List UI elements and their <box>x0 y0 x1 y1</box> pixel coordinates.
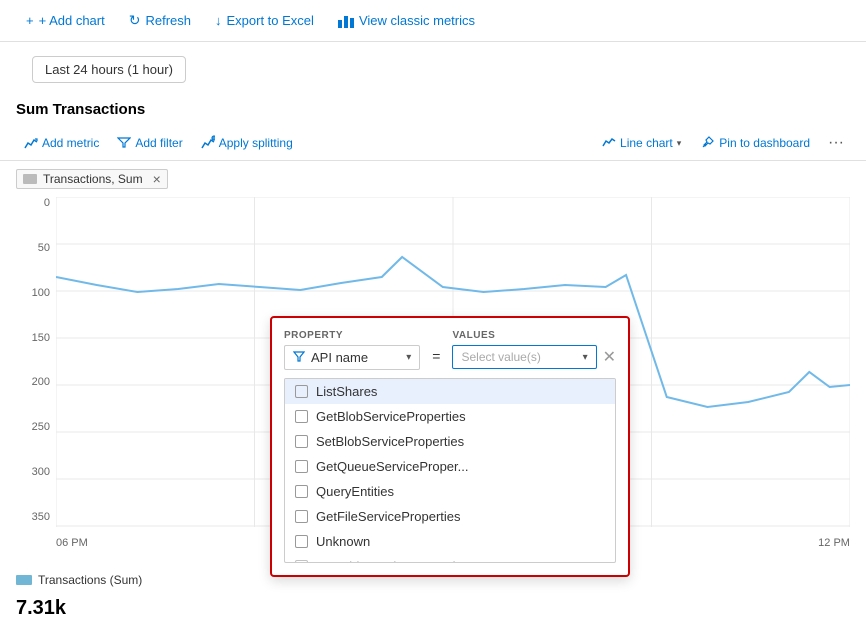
list-item[interactable]: GetBlobServiceProperties <box>285 404 615 429</box>
add-chart-label: + Add chart <box>39 13 105 28</box>
add-metric-label: Add metric <box>42 136 99 150</box>
refresh-button[interactable]: ↻ Refresh <box>119 8 201 33</box>
list-item[interactable]: QueryEntities <box>285 479 615 504</box>
filter-property-col: PROPERTY API name ▾ <box>284 330 420 370</box>
filter-checkbox-setblob[interactable] <box>295 435 308 448</box>
list-item-label: ListShares <box>316 384 377 399</box>
y-axis: 350 300 250 200 150 100 50 0 <box>16 197 56 527</box>
list-item-label: QueryEntities <box>316 484 394 499</box>
y-label-100: 100 <box>32 287 50 299</box>
y-label-150: 150 <box>32 332 50 344</box>
list-item-label: SetBlobServiceProperties <box>316 434 464 449</box>
pin-icon <box>701 135 715 152</box>
filter-chip: Transactions, Sum × <box>16 169 168 189</box>
chart-title: Sum Transactions <box>0 97 866 126</box>
list-item-label: GetQueueServiceProper... <box>316 459 468 474</box>
chevron-down-icon: ▾ <box>677 138 682 149</box>
list-item-label: GetBlobServiceProperties <box>316 409 466 424</box>
y-label-50: 50 <box>38 242 50 254</box>
filter-checkbox-listshares[interactable] <box>295 385 308 398</box>
filter-chip-row: Transactions, Sum × <box>16 169 850 189</box>
line-chart-label: Line chart <box>620 136 673 150</box>
property-dropdown-arrow: ▾ <box>406 352 411 363</box>
add-chart-button[interactable]: + + Add chart <box>16 9 115 32</box>
apply-splitting-label: Apply splitting <box>219 136 293 150</box>
top-toolbar: + + Add chart ↻ Refresh ↓ Export to Exce… <box>0 0 866 42</box>
list-item[interactable]: Unknown <box>285 529 615 554</box>
filter-checkbox-settable[interactable] <box>295 560 308 563</box>
filter-checkbox-getfile[interactable] <box>295 510 308 523</box>
add-icon: + <box>26 13 34 28</box>
y-label-0: 0 <box>44 197 50 209</box>
property-dropdown-inner: API name <box>293 350 368 365</box>
filter-checkbox-getblob[interactable] <box>295 410 308 423</box>
line-chart-button[interactable]: Line chart ▾ <box>594 132 689 155</box>
view-classic-label: View classic metrics <box>359 13 475 28</box>
pin-to-dashboard-button[interactable]: Pin to dashboard <box>693 131 818 156</box>
refresh-icon: ↻ <box>129 12 141 29</box>
filter-checkbox-queryentities[interactable] <box>295 485 308 498</box>
view-classic-button[interactable]: View classic metrics <box>328 9 485 33</box>
chart-toolbar: Add metric Add filter Apply splitting <box>0 126 866 161</box>
property-col-label: PROPERTY <box>284 330 420 341</box>
filter-chip-color-bar <box>23 174 37 184</box>
apply-splitting-button[interactable]: Apply splitting <box>193 131 301 156</box>
more-options-button[interactable]: ··· <box>822 130 850 156</box>
y-label-300: 300 <box>32 466 50 478</box>
bar-chart-icon <box>338 13 354 29</box>
chart-toolbar-right: Line chart ▾ Pin to dashboard ··· <box>594 130 850 156</box>
pin-to-dashboard-label: Pin to dashboard <box>719 136 810 150</box>
add-filter-button[interactable]: Add filter <box>109 131 190 156</box>
add-metric-button[interactable]: Add metric <box>16 131 107 156</box>
add-filter-label: Add filter <box>135 136 182 150</box>
apply-splitting-icon <box>201 135 215 152</box>
filter-checkbox-unknown[interactable] <box>295 535 308 548</box>
list-item[interactable]: SetTableServiceProperti... <box>285 554 615 563</box>
line-chart-icon <box>602 136 616 151</box>
property-dropdown-value: API name <box>311 350 368 365</box>
list-item[interactable]: GetFileServiceProperties <box>285 504 615 529</box>
filter-chip-label: Transactions, Sum <box>43 172 143 186</box>
legend-label: Transactions (Sum) <box>38 573 142 587</box>
time-range-button[interactable]: Last 24 hours (1 hour) <box>32 56 186 83</box>
filter-values-close-button[interactable]: ✕ <box>603 347 616 367</box>
list-item-label: GetFileServiceProperties <box>316 509 461 524</box>
filter-popup-header: PROPERTY API name ▾ = VALUES <box>284 330 616 370</box>
export-label: Export to Excel <box>227 13 314 28</box>
x-label-6pm: 06 PM <box>56 537 88 549</box>
filter-funnel-icon <box>293 350 305 365</box>
filter-chip-close-button[interactable]: × <box>153 172 161 186</box>
legend-value: 7.31k <box>0 595 866 628</box>
list-item-label: SetTableServiceProperti... <box>316 559 466 563</box>
chart-area: Transactions, Sum × 350 300 250 200 150 … <box>0 161 866 565</box>
legend-item: Transactions (Sum) <box>16 573 142 587</box>
filter-equals-sign: = <box>432 330 440 370</box>
export-icon: ↓ <box>215 13 222 28</box>
values-col-label: VALUES <box>452 330 616 341</box>
x-label-12pm: 12 PM <box>818 537 850 549</box>
add-filter-icon <box>117 135 131 152</box>
refresh-label: Refresh <box>145 13 191 28</box>
filter-popup: PROPERTY API name ▾ = VALUES <box>270 316 630 577</box>
add-metric-icon <box>24 135 38 152</box>
property-dropdown[interactable]: API name ▾ <box>284 345 420 370</box>
y-label-350: 350 <box>32 511 50 523</box>
values-placeholder: Select value(s) <box>461 350 540 364</box>
list-item-label: Unknown <box>316 534 370 549</box>
filter-values-col: VALUES Select value(s) ▾ ✕ <box>452 330 616 370</box>
list-item[interactable]: SetBlobServiceProperties <box>285 429 615 454</box>
values-dropdown[interactable]: Select value(s) ▾ <box>452 345 596 369</box>
time-range-label: Last 24 hours (1 hour) <box>45 62 173 77</box>
values-dropdown-arrow: ▾ <box>583 352 588 363</box>
list-item[interactable]: GetQueueServiceProper... <box>285 454 615 479</box>
list-item[interactable]: ListShares <box>285 379 615 404</box>
filter-list: ListShares GetBlobServiceProperties SetB… <box>284 378 616 563</box>
y-label-200: 200 <box>32 376 50 388</box>
export-excel-button[interactable]: ↓ Export to Excel <box>205 9 324 32</box>
legend-color-bar <box>16 575 32 585</box>
y-label-250: 250 <box>32 421 50 433</box>
filter-checkbox-getqueue[interactable] <box>295 460 308 473</box>
